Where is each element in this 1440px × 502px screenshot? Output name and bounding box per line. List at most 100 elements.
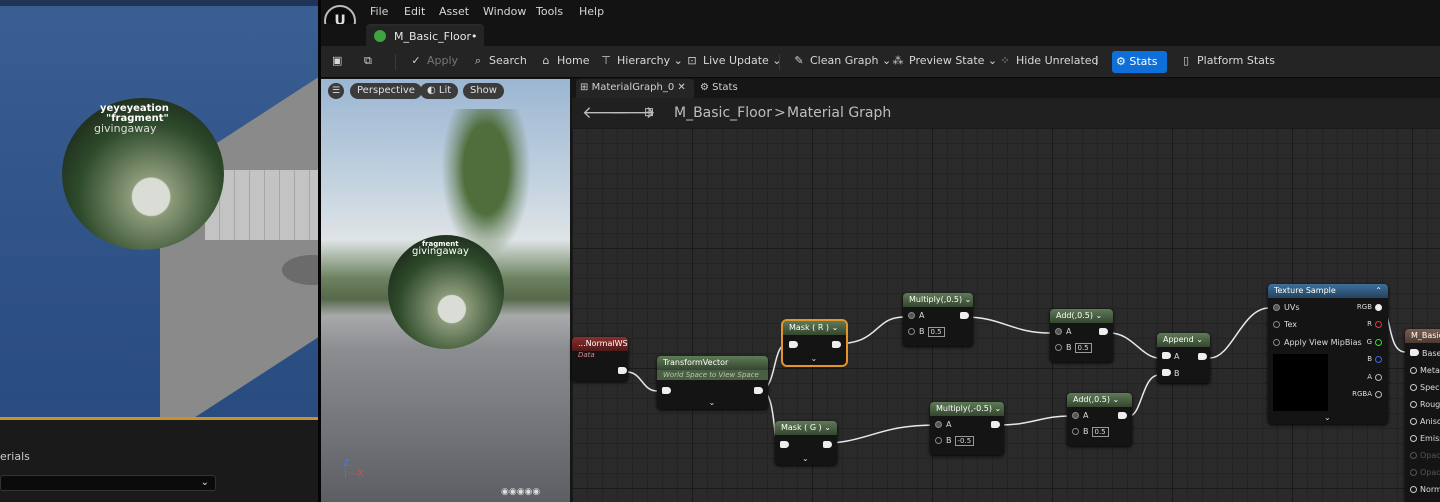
pin-b[interactable]: B 0.5	[908, 327, 945, 337]
pin-b[interactable]: B	[1367, 355, 1382, 363]
pin-a[interactable]: A	[1162, 352, 1179, 361]
pin-normal[interactable]: Norm	[1410, 485, 1440, 494]
perspective-button[interactable]: Perspective	[350, 83, 422, 99]
preview-shape-icons[interactable]: ◉◉◉◉◉	[501, 487, 540, 497]
close-icon[interactable]: ✕	[677, 82, 685, 93]
node-output-pin[interactable]	[1198, 353, 1207, 360]
node-normalws[interactable]: ...NormalWS Data	[572, 337, 628, 381]
stats-button[interactable]: ⚙ Stats	[1112, 51, 1167, 73]
menu-window[interactable]: Window	[483, 5, 526, 18]
show-button[interactable]: Show	[463, 83, 504, 99]
search-button[interactable]: ⌕ Search	[471, 54, 527, 68]
node-output-pin[interactable]	[960, 312, 969, 319]
platform-stats-button[interactable]: ▯ Platform Stats	[1179, 54, 1275, 67]
node-input-pin[interactable]	[662, 387, 671, 394]
pin-r[interactable]: R	[1367, 320, 1382, 328]
pin-opacity-mask[interactable]: Opaci	[1410, 468, 1440, 477]
preview-state-button[interactable]: ⁂ Preview State ⌄	[891, 54, 998, 67]
more-options-icon[interactable]: ⋮	[1091, 54, 1102, 67]
pin-tex[interactable]: Tex	[1273, 320, 1297, 329]
pin-anisotropy[interactable]: Aniso	[1410, 417, 1440, 426]
pin-a[interactable]: A	[935, 420, 951, 429]
pin-emissive[interactable]: Emiss	[1410, 434, 1440, 443]
material-sphere: yeyeyeation "fragment" givingaway	[62, 98, 224, 250]
pin-metallic-dot	[1410, 367, 1417, 374]
menu-file[interactable]: File	[370, 5, 388, 18]
pin-base-color[interactable]: Base C	[1410, 349, 1440, 358]
home-button[interactable]: ⌂ Home	[539, 54, 590, 67]
filter-dropdown[interactable]: ⌄	[0, 475, 216, 491]
small-sphere-text-2: givingaway	[412, 246, 469, 257]
collapse-icon[interactable]: ⌃	[1375, 286, 1382, 295]
node-add-1[interactable]: Add(,0.5) ⌄ A B 0.5	[1050, 309, 1113, 362]
live-update-button[interactable]: ⊡ Live Update ⌄	[685, 54, 781, 67]
node-transform-vector[interactable]: TransformVector World Space to View Spac…	[657, 356, 768, 409]
expand-icon[interactable]: ⌄	[802, 454, 809, 463]
pin-specular[interactable]: Specu	[1410, 383, 1440, 392]
level-viewport[interactable]: yeyeyeation "fragment" givingaway	[0, 0, 318, 420]
pin-base-color-dot	[1410, 349, 1419, 356]
node-append[interactable]: Append ⌄ A B	[1157, 333, 1210, 383]
browse-icon[interactable]: ⧉	[364, 54, 372, 68]
apply-button[interactable]: ✓ Apply	[409, 54, 458, 67]
save-icon[interactable]: ▣	[332, 54, 342, 67]
node-output-pin[interactable]	[823, 441, 832, 448]
pin-rgb[interactable]: RGB	[1357, 303, 1382, 311]
hide-unrelated-button[interactable]: ⁘ Hide Unrelated	[998, 54, 1098, 67]
pin-a[interactable]: A	[1055, 327, 1071, 336]
clean-graph-button[interactable]: ✎ Clean Graph ⌄	[792, 54, 891, 67]
pin-b-value[interactable]: 0.5	[1074, 343, 1092, 353]
pin-a[interactable]: A	[908, 311, 924, 320]
pin-mip[interactable]: Apply View MipBias	[1273, 338, 1362, 347]
tab-material-graph[interactable]: ⊞ MaterialGraph_0 ✕	[576, 79, 694, 98]
node-output-pin[interactable]	[618, 367, 627, 374]
node-material-result[interactable]: M_Basic Base C Metall Specu Rough Aniso …	[1405, 329, 1440, 502]
hamburger-menu-icon[interactable]: ☰	[328, 83, 344, 99]
node-texture-sample[interactable]: Texture Sample ⌃ UVs Tex Apply View MipBi…	[1268, 284, 1388, 424]
pin-a[interactable]: A	[1072, 411, 1088, 420]
material-icon	[374, 30, 386, 42]
expand-icon[interactable]: ⌄	[811, 354, 818, 363]
pin-rgba[interactable]: RGBA	[1352, 390, 1382, 398]
pin-uvs[interactable]: UVs	[1273, 303, 1300, 312]
pin-b[interactable]: B 0.5	[1055, 343, 1092, 353]
node-output-pin[interactable]	[1118, 412, 1127, 419]
node-input-pin[interactable]	[789, 341, 798, 348]
breadcrumb-root[interactable]: M_Basic_Floor	[674, 105, 772, 121]
pin-roughness[interactable]: Rough	[1410, 400, 1440, 409]
node-input-pin[interactable]	[780, 441, 789, 448]
node-multiply-1[interactable]: Multiply(,0.5) ⌄ A B 0.5	[903, 293, 973, 346]
pin-b[interactable]: B 0.5	[1072, 427, 1109, 437]
pin-b-value[interactable]: -0.5	[954, 436, 975, 446]
menu-edit[interactable]: Edit	[404, 5, 425, 18]
node-mask-r[interactable]: Mask ( R ) ⌄ ⌄	[781, 319, 848, 367]
node-output-pin[interactable]	[991, 421, 1000, 428]
node-add-2[interactable]: Add(,0.5) ⌄ A B 0.5	[1067, 393, 1132, 446]
node-mask-g[interactable]: Mask ( G ) ⌄ ⌄	[775, 421, 837, 465]
pin-b-value[interactable]: 0.5	[1091, 427, 1109, 437]
pin-b[interactable]: B -0.5	[935, 436, 975, 446]
node-multiply-2[interactable]: Multiply(,-0.5) ⌄ A B -0.5	[930, 402, 1004, 455]
pin-b[interactable]: B	[1162, 369, 1180, 378]
node-output-pin[interactable]	[832, 341, 841, 348]
document-tab[interactable]: M_Basic_Floor•	[366, 24, 484, 46]
node-output-pin[interactable]	[754, 387, 763, 394]
pin-a[interactable]: A	[1367, 373, 1382, 381]
menu-asset[interactable]: Asset	[439, 5, 469, 18]
tab-stats[interactable]: ⚙ Stats	[700, 79, 760, 98]
pin-specular-dot	[1410, 384, 1417, 391]
expand-icon[interactable]: ⌄	[709, 398, 716, 407]
menu-help[interactable]: Help	[579, 5, 604, 18]
material-preview-viewport[interactable]: fragment givingaway ☰ Perspective ◐ Lit …	[321, 79, 570, 502]
pin-metallic[interactable]: Metall	[1410, 366, 1440, 375]
pin-opacity[interactable]: Opaci	[1410, 451, 1440, 460]
menu-tools[interactable]: Tools	[536, 5, 563, 18]
hierarchy-button[interactable]: ⊤ Hierarchy ⌄	[599, 54, 683, 67]
node-output-pin[interactable]	[1099, 328, 1108, 335]
lit-button[interactable]: ◐ Lit	[420, 83, 459, 99]
breadcrumb-leaf[interactable]: Material Graph	[787, 105, 891, 121]
pin-b-value[interactable]: 0.5	[927, 327, 945, 337]
expand-icon[interactable]: ⌄	[1324, 413, 1331, 422]
pin-anisotropy-dot	[1410, 418, 1417, 425]
pin-g[interactable]: G	[1367, 338, 1382, 346]
